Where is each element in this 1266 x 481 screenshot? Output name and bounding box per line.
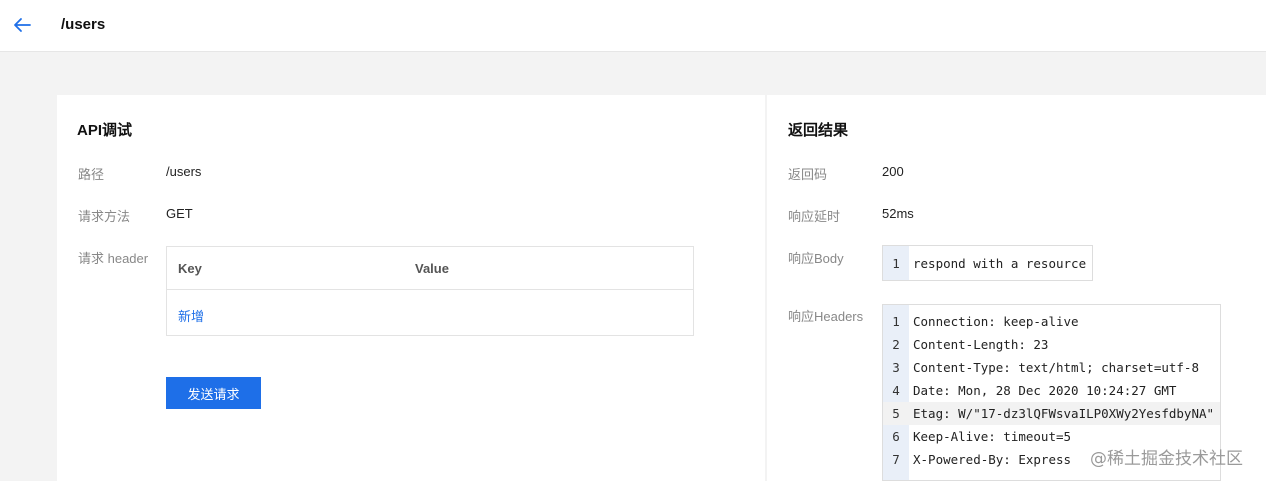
latency-label: 响应延时: [788, 209, 841, 224]
method-value[interactable]: GET: [166, 206, 193, 221]
top-bar: /users: [0, 0, 1266, 52]
send-request-button[interactable]: 发送请求: [166, 377, 261, 409]
back-button[interactable]: [10, 13, 34, 37]
path-value: /users: [166, 164, 202, 179]
line-text: Keep-Alive: timeout=5: [913, 429, 1072, 444]
request-header-table: Key Value 新增: [166, 246, 694, 336]
response-body-label: 响应Body: [788, 251, 844, 266]
result-panel: 返回结果 返回码 200 响应延时 52ms 响应Body 1 respond …: [767, 95, 1266, 481]
status-code-label: 返回码: [788, 167, 828, 182]
response-body-code[interactable]: 1 respond with a resource: [882, 245, 1093, 281]
path-label: 路径: [78, 167, 105, 182]
code-line: 3 Content-Type: text/html; charset=utf-8: [883, 356, 1220, 379]
code-line-highlighted: 5 Etag: W/"17-dz3lQFWsvaILP0XWy2YesfdbyN…: [883, 402, 1220, 425]
key-column-header: Key: [178, 261, 202, 276]
result-title: 返回结果: [788, 122, 849, 139]
code-line: 1 respond with a resource: [883, 252, 1092, 275]
code-line: 2 Content-Length: 23: [883, 333, 1220, 356]
line-text: Etag: W/"17-dz3lQFWsvaILP0XWy2YesfdbyNA": [913, 406, 1215, 421]
line-text: Content-Length: 23: [913, 337, 1049, 352]
line-number: 4: [892, 383, 900, 398]
request-header-label: 请求 header: [78, 251, 149, 266]
status-code-value: 200: [882, 164, 904, 179]
line-number: 1: [892, 256, 900, 271]
watermark-text: @稀土掘金技术社区: [1090, 449, 1243, 469]
line-number: 7: [892, 452, 900, 467]
code-line: 4 Date: Mon, 28 Dec 2020 10:24:27 GMT: [883, 379, 1220, 402]
line-text: X-Powered-By: Express: [913, 452, 1072, 467]
table-header-row: Key Value: [167, 247, 693, 290]
line-text: Content-Type: text/html; charset=utf-8: [913, 360, 1199, 375]
response-headers-label: 响应Headers: [788, 309, 864, 324]
add-header-link[interactable]: 新增: [178, 306, 204, 325]
line-text: Connection: keep-alive: [913, 314, 1079, 329]
value-column-header: Value: [415, 261, 449, 276]
line-number: 1: [892, 314, 900, 329]
line-number: 6: [892, 429, 900, 444]
line-text: respond with a resource: [913, 256, 1087, 271]
arrow-left-icon: [14, 18, 31, 32]
line-number: 5: [892, 406, 900, 421]
line-number: 2: [892, 337, 900, 352]
line-text: Date: Mon, 28 Dec 2020 10:24:27 GMT: [913, 383, 1177, 398]
method-label: 请求方法: [78, 209, 131, 224]
page-title: /users: [61, 16, 106, 33]
code-line: 1 Connection: keep-alive: [883, 310, 1220, 333]
latency-value: 52ms: [882, 206, 914, 221]
line-number: 3: [892, 360, 900, 375]
api-debug-title: API调试: [77, 122, 133, 139]
api-debug-panel: API调试 路径 /users 请求方法 GET 请求 header Key V…: [57, 95, 765, 481]
